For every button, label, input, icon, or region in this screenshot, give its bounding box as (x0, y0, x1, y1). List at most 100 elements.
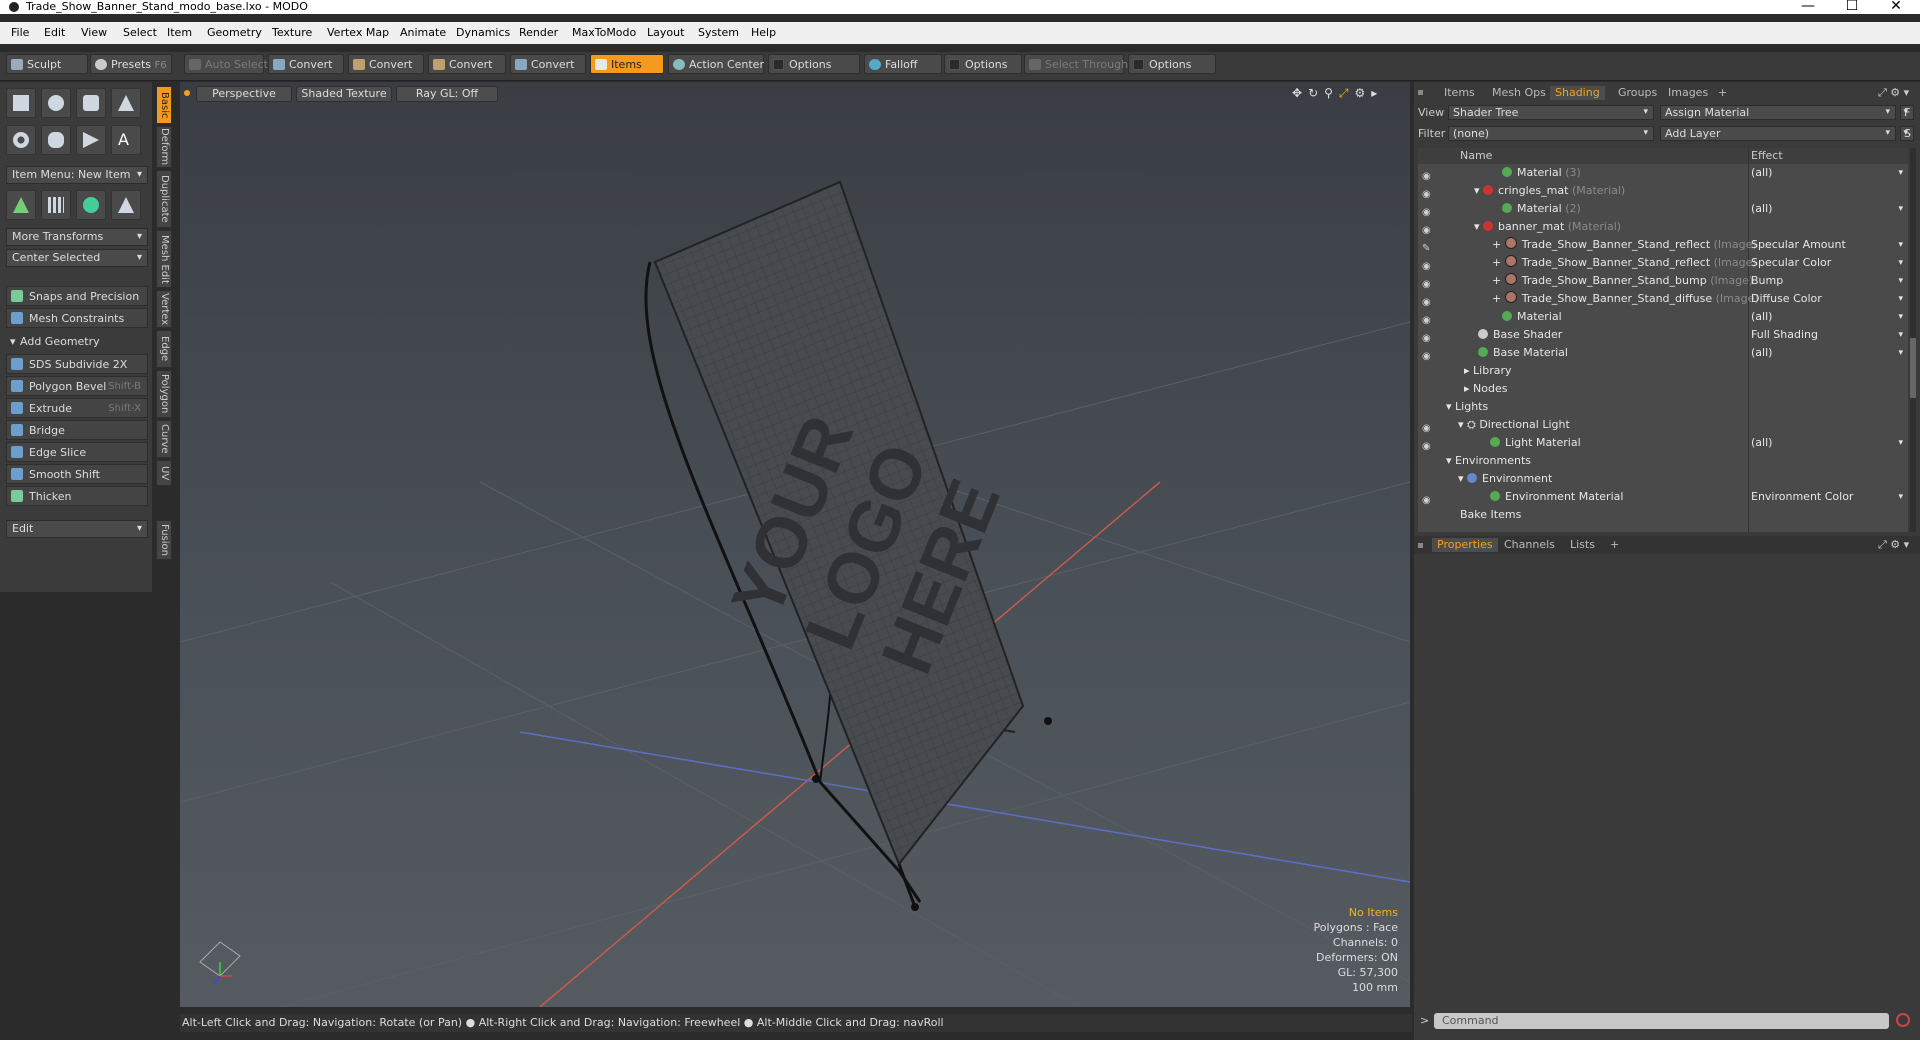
action-center-button[interactable]: Action Center (668, 54, 764, 74)
options-checkbox[interactable] (773, 59, 784, 70)
menu-help[interactable]: Help (751, 26, 776, 39)
expand-arrow-icon[interactable]: ▸ (1371, 86, 1383, 100)
effect-dropdown[interactable]: Diffuse Color (1751, 290, 1905, 308)
sketch-tool[interactable] (76, 125, 106, 155)
text-tool[interactable]: A (111, 125, 141, 155)
expand-arrow-icon[interactable]: ▾ (1458, 472, 1467, 485)
pan-icon[interactable]: ✥ (1292, 86, 1308, 100)
viewport-settings-dot[interactable] (184, 90, 190, 96)
effect-dropdown[interactable]: (all) (1751, 344, 1905, 362)
zoom-icon[interactable]: ⚲ (1324, 86, 1339, 100)
effect-dropdown[interactable]: (all) (1751, 164, 1905, 182)
vtab-curve[interactable]: Curve (156, 420, 172, 458)
grid-tool[interactable] (41, 190, 71, 220)
tab-mesh-ops[interactable]: Mesh Ops (1492, 86, 1546, 100)
expand-arrow-icon[interactable]: ▾ (1474, 220, 1483, 233)
expand-arrow-icon[interactable]: ▾ (1458, 418, 1467, 431)
column-name-header[interactable]: Name (1460, 148, 1492, 164)
column-effect-header[interactable]: Effect (1751, 148, 1783, 164)
tool-extrude[interactable]: Extrude Shift-X (6, 398, 148, 418)
menu-animate[interactable]: Animate (400, 26, 446, 39)
more-transforms-dropdown[interactable]: More Transforms (6, 228, 148, 246)
tab-items[interactable]: Items (1444, 86, 1475, 100)
tree-row-cringles-mat[interactable]: ◉ ▾ cringles_mat (Material) (1418, 182, 1908, 200)
filter-dropdown[interactable]: (none) (1448, 126, 1654, 141)
vtab-uv[interactable]: UV (156, 460, 172, 486)
tab-channels[interactable]: Channels (1504, 538, 1555, 552)
expand-arrow-icon[interactable]: ▾ (1446, 454, 1455, 467)
effect-dropdown[interactable]: (all) (1751, 308, 1905, 326)
effect-dropdown[interactable]: Bump (1751, 272, 1905, 290)
menu-select[interactable]: Select (123, 26, 157, 39)
close-button[interactable]: ✕ (1876, 0, 1916, 14)
effect-dropdown[interactable]: Environment Color (1751, 488, 1905, 506)
tool-thicken[interactable]: Thicken (6, 486, 148, 506)
items-mode-button[interactable]: Items (590, 54, 664, 74)
assign-f-button[interactable]: F (1900, 105, 1914, 120)
expand-arrow-icon[interactable]: ▾ (1446, 400, 1455, 413)
panel-expand-icon[interactable]: ⤢ ⚙ ▾ (1878, 86, 1909, 100)
tool-bridge[interactable]: Bridge (6, 420, 148, 440)
vtab-fusion[interactable]: Fusion (156, 520, 172, 560)
menu-item[interactable]: Item (167, 26, 192, 39)
center-selected-dropdown[interactable]: Center Selected (6, 249, 148, 267)
convert-button-2[interactable]: Convert (348, 54, 424, 74)
convert-button-3[interactable]: Convert (428, 54, 506, 74)
snaps-precision-button[interactable]: Snaps and Precision (6, 286, 148, 306)
tree-scrollbar[interactable] (1910, 148, 1916, 532)
tree-row-library[interactable]: ▸ Library (1418, 362, 1908, 380)
tree-row-environment[interactable]: ▾ Environment (1418, 470, 1908, 488)
menu-geometry[interactable]: Geometry (207, 26, 262, 39)
perspective-button[interactable]: Perspective (196, 86, 292, 102)
maximize-button[interactable]: ☐ (1832, 0, 1872, 14)
cone-tool[interactable] (111, 88, 141, 118)
tree-scrollbar-thumb[interactable] (1910, 338, 1916, 398)
menu-dynamics[interactable]: Dynamics (456, 26, 510, 39)
view-dropdown[interactable]: Shader Tree (1448, 105, 1654, 120)
tab-add[interactable]: + (1718, 86, 1727, 100)
effect-dropdown[interactable]: Specular Color (1751, 254, 1905, 272)
effect-dropdown[interactable]: (all) (1751, 200, 1905, 218)
menu-texture[interactable]: Texture (272, 26, 312, 39)
ray-gl-button[interactable]: Ray GL: Off (396, 86, 498, 102)
maximize-view-icon[interactable]: ⤢ (1339, 86, 1355, 100)
torus-tool[interactable] (6, 125, 36, 155)
gear-icon[interactable]: ⚙ (1355, 86, 1372, 100)
expand-arrow-icon[interactable]: ▾ (1474, 184, 1483, 197)
options-checkbox[interactable] (1133, 59, 1144, 70)
auto-select-button[interactable]: Auto Select (184, 54, 268, 74)
select-through-options-button[interactable]: Options (1128, 54, 1216, 74)
options-checkbox[interactable] (949, 59, 960, 70)
item-menu-dropdown[interactable]: Item Menu: New Item (6, 166, 148, 184)
add-layer-dropdown[interactable]: Add Layer (1660, 126, 1896, 141)
effect-dropdown[interactable]: Specular Amount (1751, 236, 1905, 254)
tree-row-banner-mat[interactable]: ◉ ▾ banner_mat (Material) (1418, 218, 1908, 236)
tool-polygon-bevel[interactable]: Polygon Bevel Shift-B (6, 376, 148, 396)
tab-properties[interactable]: Properties (1432, 538, 1498, 552)
scale-tool[interactable] (111, 190, 141, 220)
menu-edit[interactable]: Edit (44, 26, 65, 39)
add-geometry-header[interactable]: ▾ Add Geometry (6, 332, 148, 352)
tree-row-base-material[interactable]: ◉ Base Material (all) (1418, 344, 1908, 362)
tree-row-bake-items[interactable]: Bake Items (1418, 506, 1908, 524)
vtab-duplicate[interactable]: Duplicate (156, 170, 172, 228)
convert-button-4[interactable]: Convert (510, 54, 586, 74)
menu-layout[interactable]: Layout (647, 26, 684, 39)
tool-smooth-shift[interactable]: Smooth Shift (6, 464, 148, 484)
vtab-polygon[interactable]: Polygon (156, 370, 172, 418)
action-center-options-button[interactable]: Options (768, 54, 860, 74)
tree-row-material-2[interactable]: ◉ Material (2) (all) (1418, 200, 1908, 218)
select-through-button[interactable]: Select Through (1024, 54, 1128, 74)
tree-row-reflect-image-1[interactable]: ✎ + Trade_Show_Banner_Stand_reflect (Imag… (1418, 236, 1908, 254)
tab-images[interactable]: Images (1668, 86, 1708, 100)
move-tool[interactable] (6, 190, 36, 220)
tab-shading[interactable]: Shading (1550, 86, 1605, 100)
sphere-tool[interactable] (41, 88, 71, 118)
tree-row-reflect-image-2[interactable]: ◉ + Trade_Show_Banner_Stand_reflect (Imag… (1418, 254, 1908, 272)
effect-dropdown[interactable]: Full Shading (1751, 326, 1905, 344)
edit-dropdown[interactable]: Edit (6, 520, 148, 538)
tab-lists[interactable]: Lists (1570, 538, 1595, 552)
vtab-basic[interactable]: Basic (156, 86, 172, 124)
assign-material-dropdown[interactable]: Assign Material (1660, 105, 1896, 120)
tool-edge-slice[interactable]: Edge Slice (6, 442, 148, 462)
